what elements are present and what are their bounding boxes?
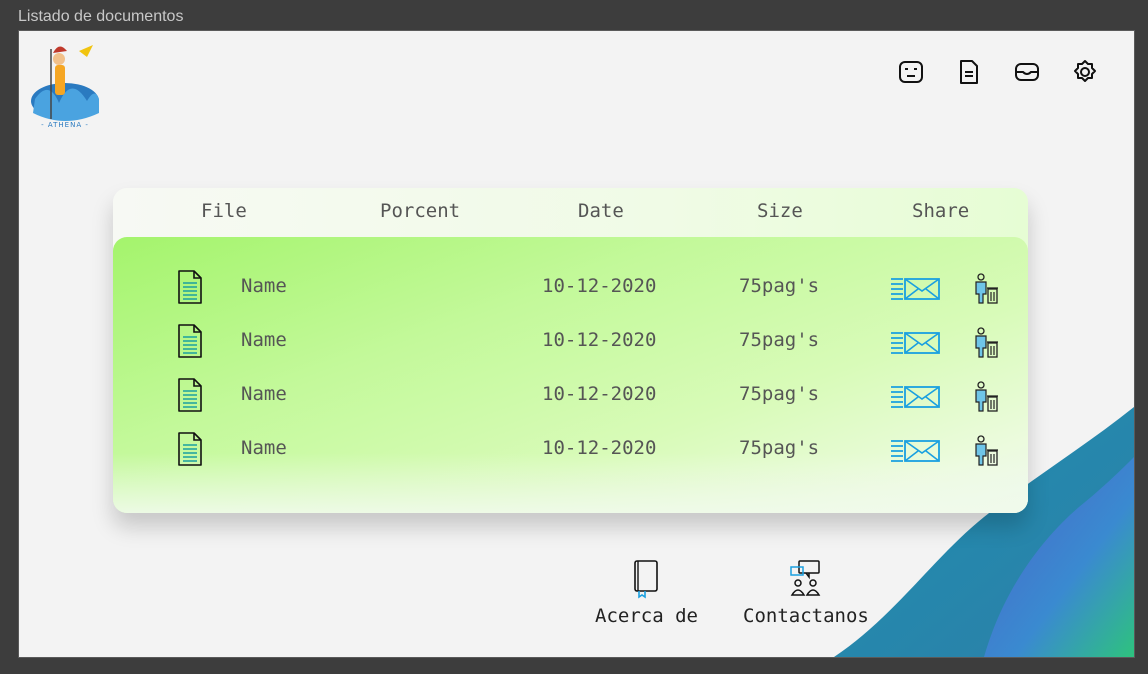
row-name: Name — [241, 275, 287, 297]
table-row[interactable]: Name 10-12-2020 75pag's — [113, 313, 1028, 367]
delete-user-icon[interactable] — [971, 381, 999, 413]
contact-chat-icon — [790, 560, 821, 596]
file-icon — [178, 324, 202, 358]
athena-logo: - ATHENA - — [19, 31, 111, 135]
face-icon[interactable] — [898, 59, 924, 85]
inbox-icon[interactable] — [1014, 59, 1040, 85]
logo-text: - ATHENA - — [41, 121, 89, 129]
row-size: 75pag's — [739, 329, 820, 351]
table-row[interactable]: Name 10-12-2020 75pag's — [113, 367, 1028, 421]
row-size: 75pag's — [739, 437, 820, 459]
delete-user-icon[interactable] — [971, 435, 999, 467]
window-title: Listado de documentos — [18, 8, 184, 25]
row-size: 75pag's — [739, 275, 820, 297]
share-email-icon[interactable] — [889, 384, 941, 410]
delete-user-icon[interactable] — [971, 327, 999, 359]
document-icon[interactable] — [956, 59, 982, 85]
header-date: Date — [578, 200, 624, 222]
row-name: Name — [241, 329, 287, 351]
file-icon — [178, 270, 202, 304]
delete-user-icon[interactable] — [971, 273, 999, 305]
about-link[interactable]: Acerca de — [595, 559, 698, 627]
main-canvas: - ATHENA - File Porcent Date Size Share — [18, 30, 1135, 658]
header-share: Share — [912, 200, 970, 222]
documents-table: File Porcent Date Size Share Name 10-12-… — [113, 188, 1028, 513]
header-file: File — [201, 200, 247, 222]
row-name: Name — [241, 383, 287, 405]
row-date: 10-12-2020 — [542, 383, 657, 405]
table-header: File Porcent Date Size Share — [113, 188, 1028, 236]
share-email-icon[interactable] — [889, 276, 941, 302]
top-toolbar — [898, 59, 1098, 85]
row-name: Name — [241, 437, 287, 459]
row-date: 10-12-2020 — [542, 275, 657, 297]
table-row[interactable]: Name 10-12-2020 75pag's — [113, 259, 1028, 313]
header-size: Size — [757, 200, 803, 222]
row-size: 75pag's — [739, 383, 820, 405]
share-email-icon[interactable] — [889, 438, 941, 464]
header-percent: Porcent — [380, 200, 461, 222]
file-icon — [178, 432, 202, 466]
about-label: Acerca de — [595, 605, 698, 627]
book-icon — [634, 560, 659, 599]
contact-label: Contactanos — [743, 605, 869, 627]
contact-link[interactable]: Contactanos — [743, 559, 869, 627]
share-email-icon[interactable] — [889, 330, 941, 356]
table-row[interactable]: Name 10-12-2020 75pag's — [113, 421, 1028, 475]
row-date: 10-12-2020 — [542, 329, 657, 351]
file-icon — [178, 378, 202, 412]
settings-icon[interactable] — [1072, 59, 1098, 85]
table-body: Name 10-12-2020 75pag's Name 10-12-2020 … — [113, 237, 1028, 513]
row-date: 10-12-2020 — [542, 437, 657, 459]
